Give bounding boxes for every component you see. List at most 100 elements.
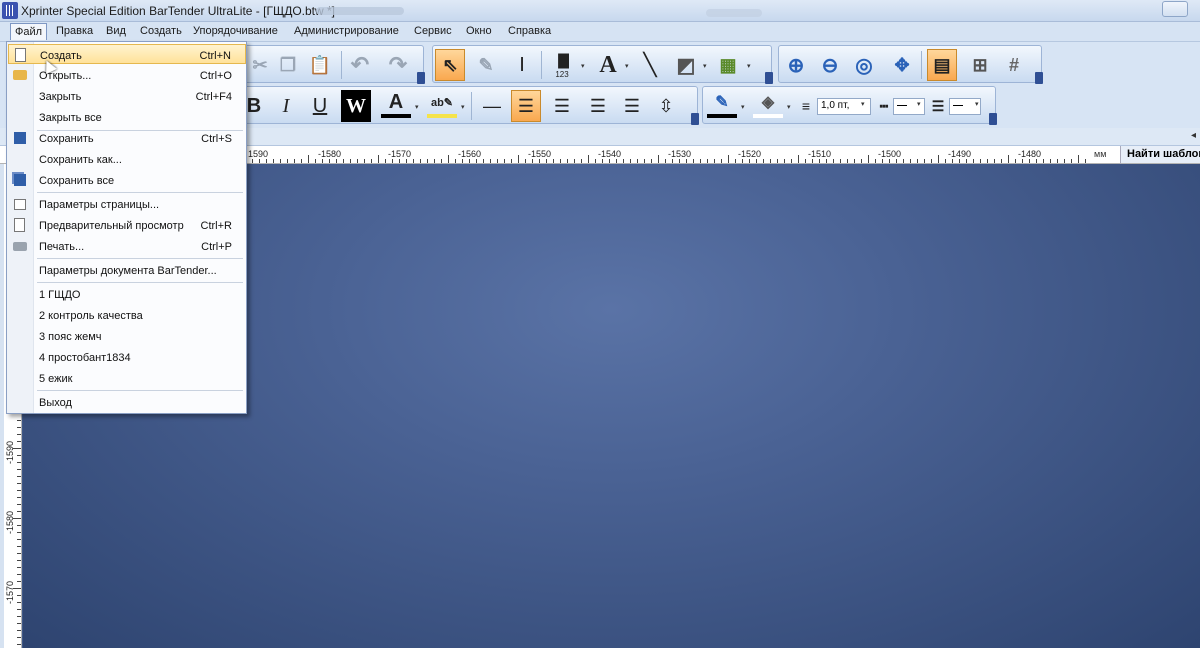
align-right-icon[interactable]: ☰ [583, 90, 613, 122]
line-width-dropdown-icon[interactable]: ▾ [861, 100, 867, 108]
undo-icon[interactable]: ↶ [345, 49, 375, 81]
text-dropdown-icon[interactable]: ▾ [625, 62, 631, 70]
border-style-dropdown-icon[interactable]: ▾ [975, 100, 981, 108]
vruler-tick [17, 469, 21, 470]
menu-item-close[interactable]: Закрыть Ctrl+F4 [8, 86, 246, 106]
recent-file-1[interactable]: 1 ГЩДО [8, 284, 246, 304]
menu-file[interactable]: Файл [10, 23, 48, 40]
cut-icon[interactable]: ✂ [245, 49, 275, 81]
menu-item-exit[interactable]: Выход [8, 392, 246, 412]
picture-icon[interactable]: ▦ [713, 49, 743, 81]
ruler-tick [392, 159, 393, 163]
line-icon[interactable]: ╲ [635, 49, 665, 81]
line-style-dropdown-icon[interactable]: ▾ [917, 100, 923, 108]
printer-icon [13, 242, 27, 251]
select-pointer-icon[interactable]: ⇖ [435, 49, 465, 81]
menu-item-close-all[interactable]: Закрыть все [8, 107, 246, 127]
reverse-text-icon[interactable]: W [341, 90, 371, 122]
menu-item-save-label: Сохранить [39, 133, 94, 145]
menu-tools[interactable]: Сервис [414, 25, 452, 37]
menu-item-save-as[interactable]: Сохранить как... [8, 149, 246, 169]
menu-item-save[interactable]: Сохранить Ctrl+S [8, 128, 246, 148]
copy-icon[interactable]: ❐ [273, 49, 303, 81]
menu-create[interactable]: Создать [140, 25, 182, 37]
picture-dropdown-icon[interactable]: ▾ [747, 62, 753, 70]
line-color-icon[interactable]: ✎ [707, 90, 737, 118]
fill-color-dropdown-icon[interactable]: ▾ [787, 103, 793, 111]
menu-administration[interactable]: Администрирование [294, 25, 399, 37]
ruler-label: -1560 [458, 149, 482, 159]
ruler-tick [518, 155, 519, 163]
ruler-tick [742, 159, 743, 163]
text-cursor-icon[interactable]: I [507, 49, 537, 81]
ruler-tick [364, 159, 365, 163]
zoom-out-icon[interactable]: ⊖ [815, 49, 845, 81]
shapes-dropdown-icon[interactable]: ▾ [703, 62, 709, 70]
ruler-tick [490, 159, 491, 163]
rulers-icon[interactable]: ▤ [927, 49, 957, 81]
ruler-tick [770, 159, 771, 163]
menu-item-print-preview-shortcut: Ctrl+R [200, 220, 232, 232]
align-left-icon[interactable]: ☰ [511, 90, 541, 122]
recent-file-2[interactable]: 2 контроль качества [8, 305, 246, 325]
grid-icon[interactable]: # [999, 49, 1029, 81]
paste-icon[interactable]: 📋 [305, 49, 335, 81]
menu-item-page-setup[interactable]: Параметры страницы... [8, 194, 246, 214]
fill-color-icon[interactable]: ◈ [753, 90, 783, 118]
redo-icon[interactable]: ↷ [383, 49, 413, 81]
recent-file-5[interactable]: 5 ежик [8, 368, 246, 388]
recent-file-4[interactable]: 4 простобант1834 [8, 347, 246, 367]
highlight-dropdown-icon[interactable]: ▾ [461, 103, 467, 111]
font-color-dropdown-icon[interactable]: ▾ [415, 103, 421, 111]
menu-item-save-all[interactable]: Сохранить все [8, 170, 246, 190]
app-icon[interactable] [2, 2, 18, 19]
no-text-icon[interactable]: — [477, 90, 507, 122]
barcode-caption: 123 [555, 69, 569, 79]
ruler-tick [308, 155, 309, 163]
ruler-tick [378, 155, 379, 163]
zoom-in-icon[interactable]: ⊕ [781, 49, 811, 81]
menu-help[interactable]: Справка [508, 25, 551, 37]
ruler-tick [406, 159, 407, 163]
properties-brush-icon[interactable]: ✎ [471, 49, 501, 81]
ruler-label: -1540 [598, 149, 622, 159]
line-color-dropdown-icon[interactable]: ▾ [741, 103, 747, 111]
align-center-icon[interactable]: ☰ [547, 90, 577, 122]
minimize-button[interactable] [1162, 1, 1188, 17]
italic-icon[interactable]: I [271, 90, 301, 122]
barcode-dropdown-icon[interactable]: ▾ [581, 62, 587, 70]
menu-item-print-preview[interactable]: Предварительный просмотр Ctrl+R [8, 215, 246, 235]
ruler-tick [441, 159, 442, 163]
menu-item-print[interactable]: Печать... Ctrl+P [8, 236, 246, 256]
underline-icon[interactable]: U [305, 90, 335, 122]
font-color-icon[interactable]: A [381, 90, 411, 118]
menu-view[interactable]: Вид [106, 25, 126, 37]
ruler-label: -1480 [1018, 149, 1042, 159]
ruler-tick [1043, 159, 1044, 163]
zoom-window-icon[interactable]: ◎ [849, 49, 879, 81]
menu-arrange[interactable]: Упорядочивание [193, 25, 278, 37]
toolbar-options-icon[interactable] [691, 113, 699, 125]
text-icon[interactable]: A [593, 49, 623, 81]
line-style-toolbar: ✎ ▾ ◈ ▾ ≡ 1,0 пт, ▾ ┅ — ▾ ☰ — ▾ [702, 86, 997, 125]
file-menu-dropdown: Создать Ctrl+N Открыть... Ctrl+O Закрыть… [6, 41, 247, 414]
menu-edit[interactable]: Правка [56, 25, 93, 37]
shapes-icon[interactable]: ◩ [671, 49, 701, 81]
ruler-tick [938, 155, 939, 163]
toolbar-options-icon[interactable] [765, 72, 773, 84]
justify-icon[interactable]: ☰ [617, 90, 647, 122]
fit-page-icon[interactable]: ✥ [887, 49, 917, 81]
toolbar-options-icon[interactable] [989, 113, 997, 125]
toolbar-options-icon[interactable] [1035, 72, 1043, 84]
tab-scroll-left-icon[interactable]: ◂ [1191, 130, 1196, 141]
menu-item-document-params[interactable]: Параметры документа BarTender... [8, 260, 246, 280]
toolbar-options-icon[interactable] [417, 72, 425, 84]
highlight-icon[interactable]: ab✎ [427, 90, 457, 118]
snap-icon[interactable]: ⊞ [965, 49, 995, 81]
find-template-panel-title[interactable]: Найти шаблон [1120, 146, 1200, 164]
menu-window[interactable]: Окно [466, 25, 492, 37]
recent-file-3[interactable]: 3 пояс жемч [8, 326, 246, 346]
fit-text-icon[interactable]: ⇳ [651, 90, 681, 122]
barcode-icon[interactable]: ||||||| 123 [545, 49, 579, 81]
vruler-label: -1580 [5, 510, 15, 534]
